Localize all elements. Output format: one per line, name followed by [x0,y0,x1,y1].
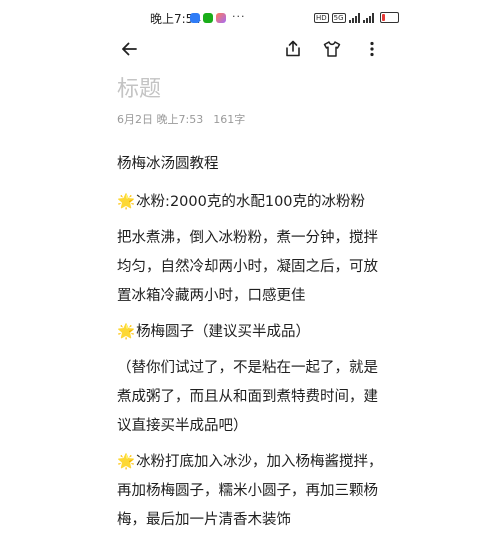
note-paragraph: 🌟冰粉:2000克的水配100克的冰粉粉 [117,188,387,217]
paragraph-text: 把水煮沸，倒入冰粉粉，煮一分钟，搅拌均匀，自然冷却两小时，凝固之后，可放置冰箱冷… [117,230,378,304]
tshirt-icon [323,41,341,57]
back-button[interactable] [115,35,143,63]
wechat-icon [203,13,213,23]
status-more-icon: ··· [232,10,246,23]
note-date: 6月2日 晚上7:53 [117,113,204,126]
battery-text: 19 [384,14,394,21]
star-emoji-icon: 🌟 [117,194,136,210]
note-meta: 6月2日 晚上7:53 161字 [117,113,245,127]
note-title-input[interactable]: 标题 [117,76,161,104]
star-emoji-icon: 🌟 [117,324,136,340]
share-button[interactable] [279,35,307,63]
word-count: 161字 [213,113,246,126]
note-paragraph: 🌟杨梅圆子（建议买半成品） [117,318,387,347]
status-app-icons [190,13,226,23]
paragraph-text: 杨梅圆子（建议买半成品） [136,324,311,340]
paragraph-text: （替你们试过了，不是粘在一起了，就是煮成粥了，而且从和面到煮特费时间，建议直接买… [117,360,378,434]
battery-icon: 19 [379,12,399,23]
note-heading: 杨梅冰汤圆教程 [117,150,387,179]
status-indicators: HD 5G 19 [314,12,399,23]
network-type-badge: 5G [331,12,346,23]
share-icon [286,40,300,57]
gallery-icon [216,13,226,23]
paragraph-text: 冰粉:2000克的水配100克的冰粉粉 [136,194,366,210]
note-body-editor[interactable]: 杨梅冰汤圆教程 🌟冰粉:2000克的水配100克的冰粉粉 把水煮沸，倒入冰粉粉，煮一… [117,150,387,542]
hd-badge-icon: HD [314,12,329,23]
star-emoji-icon: 🌟 [117,454,136,470]
more-vertical-icon [370,41,374,57]
signal-2-icon [362,12,374,23]
chat-app-icon [190,13,200,23]
paragraph-text: 冰粉打底加入冰沙，加入杨梅酱搅拌，再加杨梅圆子，糯米小圆子，再加三颗杨梅，最后加… [117,454,383,528]
more-button[interactable] [358,35,386,63]
status-bar: 晚上7:54 ··· HD 5G 19 [0,0,500,38]
note-paragraph: 🌟冰粉打底加入冰沙，加入杨梅酱搅拌，再加杨梅圆子，糯米小圆子，再加三颗杨梅，最后… [117,448,387,535]
note-paragraph: （替你们试过了，不是粘在一起了，就是煮成粥了，而且从和面到煮特费时间，建议直接买… [117,354,387,441]
back-arrow-icon [122,42,137,56]
theme-button[interactable] [318,35,346,63]
paragraph-text: 杨梅冰汤圆教程 [117,156,219,172]
note-paragraph: 把水煮沸，倒入冰粉粉，煮一分钟，搅拌均匀，自然冷却两小时，凝固之后，可放置冰箱冷… [117,224,387,311]
signal-icon [348,12,360,23]
